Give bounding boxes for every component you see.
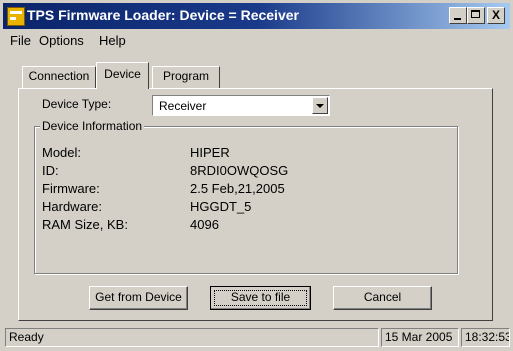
window-title: TPS Firmware Loader: Device = Receiver (27, 7, 299, 23)
device-type-select[interactable]: Receiver (152, 95, 330, 116)
get-from-device-button[interactable]: Get from Device (89, 286, 188, 310)
model-value: HIPER (190, 145, 230, 160)
get-from-device-label: Get from Device (95, 290, 182, 304)
status-time: 18:32:53 (461, 328, 510, 347)
maximize-icon (471, 10, 480, 18)
ram-size-label: RAM Size, KB: (42, 217, 128, 232)
cancel-button[interactable]: Cancel (333, 286, 432, 310)
device-type-label: Device Type: (42, 97, 112, 111)
chevron-down-icon (316, 104, 324, 108)
hardware-value: HGGDT_5 (190, 199, 252, 214)
title-bar[interactable]: TPS Firmware Loader: Device = Receiver X (3, 3, 510, 29)
menu-file[interactable]: File (10, 33, 31, 48)
device-type-value: Receiver (159, 99, 207, 113)
status-text: Ready (5, 328, 379, 347)
tab-program[interactable]: Program (152, 66, 220, 88)
close-button[interactable]: X (487, 7, 505, 24)
firmware-value: 2.5 Feb,21,2005 (190, 181, 285, 196)
close-icon: X (491, 8, 500, 22)
cancel-label: Cancel (363, 290, 402, 304)
model-label: Model: (42, 145, 82, 160)
focus-ring (214, 290, 307, 306)
firmware-label: Firmware: (42, 181, 100, 196)
device-information-legend: Device Information (40, 119, 145, 133)
id-label: ID: (42, 163, 59, 178)
dropdown-button[interactable] (312, 97, 328, 114)
tab-connection[interactable]: Connection (22, 66, 96, 88)
save-to-file-button[interactable]: Save to file (210, 286, 311, 310)
id-value: 8RDI0OWQOSG (190, 163, 289, 178)
ram-size-value: 4096 (190, 217, 219, 232)
tab-device[interactable]: Device (96, 62, 149, 89)
app-icon[interactable] (7, 7, 25, 26)
minimize-icon (454, 18, 461, 20)
menu-bar: File Options Help (3, 31, 510, 51)
menu-options[interactable]: Options (39, 33, 84, 48)
status-date: 15 Mar 2005 (381, 328, 459, 347)
menu-help[interactable]: Help (99, 33, 126, 48)
minimize-button[interactable] (449, 7, 467, 24)
maximize-button[interactable] (467, 7, 485, 24)
status-bar: Ready 15 Mar 2005 18:32:53 (3, 328, 510, 348)
hardware-label: Hardware: (42, 199, 102, 214)
app-window: TPS Firmware Loader: Device = Receiver X… (0, 0, 513, 351)
